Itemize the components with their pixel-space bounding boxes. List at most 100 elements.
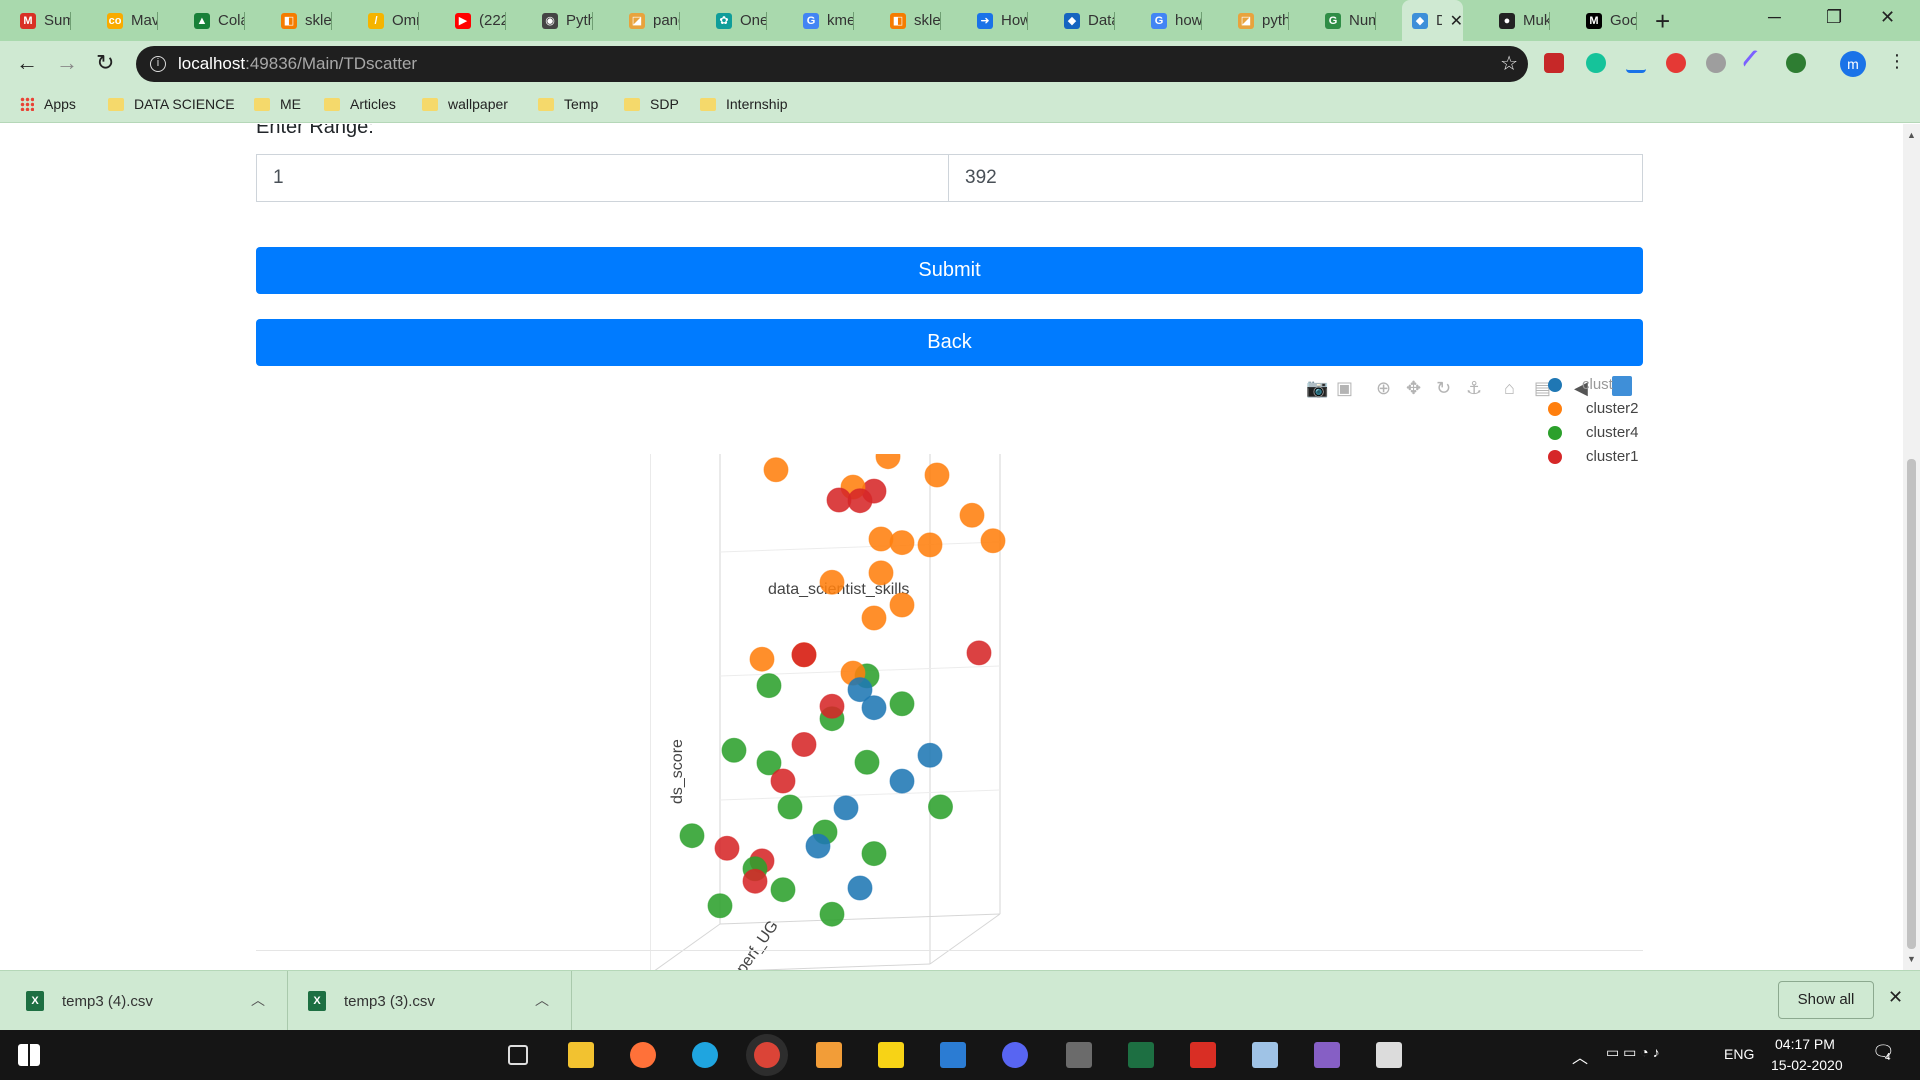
sticky-notes-icon[interactable] [878, 1042, 904, 1068]
range-to-input[interactable]: 392 [948, 154, 1643, 202]
browser-tab[interactable]: ◆ D ✕ [1402, 0, 1463, 41]
submit-button[interactable]: Submit [256, 247, 1643, 294]
back-button[interactable]: Back [256, 319, 1643, 366]
tab-close-icon[interactable]: ✕ [1450, 11, 1463, 31]
file-explorer-icon[interactable] [568, 1042, 594, 1068]
browser-tab[interactable]: M Goog [1576, 0, 1637, 41]
show-all-downloads-button[interactable]: Show all [1778, 981, 1874, 1019]
browser-tab[interactable]: ◧ sklear [880, 0, 941, 41]
chevron-up-icon[interactable]: ︿ [251, 990, 265, 1010]
browser-tab[interactable]: ◪ pytho [1228, 0, 1289, 41]
site-info-icon[interactable]: i [150, 56, 166, 72]
bookmark-wallpaper[interactable]: wallpaper [422, 96, 508, 112]
zoom-icon[interactable]: ⊕ [1376, 378, 1391, 399]
browser-tab[interactable]: ◪ pand [619, 0, 680, 41]
bookmark-data-science[interactable]: DATA SCIENCE [108, 96, 235, 112]
language-indicator[interactable]: ENG [1724, 1046, 1754, 1062]
legend-item-cluster2[interactable]: cluster2 [1548, 400, 1639, 417]
windows-start-icon[interactable] [18, 1044, 40, 1066]
chevron-up-icon[interactable]: ︿ [535, 990, 549, 1010]
acrobat-icon[interactable] [1190, 1042, 1216, 1068]
browser-tab[interactable]: M Sumr [10, 0, 71, 41]
excel-icon[interactable] [1128, 1042, 1154, 1068]
reset-camera-icon[interactable]: ⌂ [1504, 378, 1515, 399]
clock-date[interactable]: 15-02-2020 [1771, 1057, 1843, 1073]
bookmark-me[interactable]: ME [254, 96, 301, 112]
browser-tab[interactable]: Ghow [1141, 0, 1202, 41]
grammarly-icon[interactable] [1586, 53, 1606, 73]
maximize-icon[interactable]: ❐ [1826, 7, 1842, 28]
pen-icon[interactable] [1741, 48, 1771, 78]
browser-tab[interactable]: co Mavo [97, 0, 158, 41]
minimize-icon[interactable]: ─ [1768, 7, 1781, 28]
bookmark-sdp[interactable]: SDP [624, 96, 679, 112]
browser-menu-icon[interactable]: ⋮ [1888, 51, 1906, 72]
scatter-point [819, 901, 845, 927]
sublime-text-icon[interactable] [816, 1042, 842, 1068]
browser-tab[interactable]: ● Mukt [1489, 0, 1550, 41]
save-icon[interactable]: ▣ [1336, 378, 1353, 399]
discord-icon[interactable] [1002, 1042, 1028, 1068]
range-from-input[interactable]: 1 [256, 154, 949, 202]
task-view-icon[interactable] [508, 1045, 528, 1065]
scroll-up-icon[interactable]: ▲ [1907, 130, 1916, 140]
system-tray-icons[interactable]: ▭ ▭ ◔ ♪ [1606, 1044, 1660, 1061]
extension-bookmark-icon[interactable] [1544, 53, 1564, 73]
browser-tab[interactable]: ◉ Pytho [532, 0, 593, 41]
browser-tab[interactable]: G Num [1315, 0, 1376, 41]
evernote-icon[interactable] [1786, 53, 1806, 73]
download-item[interactable]: X temp3 (3).csv ︿ [288, 971, 572, 1031]
chevron-up-icon[interactable]: ︿ [1572, 1044, 1588, 1068]
chrome-icon[interactable] [754, 1042, 780, 1068]
globe-icon[interactable] [1706, 53, 1726, 73]
visual-studio-icon[interactable] [1314, 1042, 1340, 1068]
back-arrow-icon[interactable]: ← [16, 50, 38, 76]
bookmark-star-icon[interactable]: ☆ [1500, 51, 1518, 76]
plotly-logo-icon[interactable] [1612, 376, 1632, 396]
close-window-icon[interactable]: ✕ [1880, 7, 1895, 28]
scatter-3d-plot[interactable]: 0246800.20.40.60.8110data_scientist_skil… [650, 454, 1050, 970]
legend-item-cluster1[interactable]: cluster1 [1548, 448, 1639, 465]
legend-item-partial[interactable]: clust [1548, 376, 1613, 393]
camera-icon[interactable]: 📷 [1306, 378, 1328, 399]
new-tab-icon[interactable]: + [1655, 6, 1670, 37]
browser-tab[interactable]: ✿ One- [706, 0, 767, 41]
browser-tab[interactable]: ▶ (222) [445, 0, 506, 41]
page-scrollbar[interactable]: ▲ ▼ [1903, 124, 1920, 970]
orbit-icon[interactable]: ↻ [1436, 378, 1451, 399]
scroll-thumb[interactable] [1907, 459, 1916, 949]
scatter-point [875, 454, 901, 470]
bookmark-internship[interactable]: Internship [700, 96, 787, 112]
clock-time[interactable]: 04:17 PM [1775, 1036, 1835, 1052]
notification-icon[interactable]: 🗨 [1872, 1042, 1895, 1063]
browser-tab[interactable]: ◆ Data [1054, 0, 1115, 41]
url-host: localhost [178, 54, 246, 73]
pan-icon[interactable]: ✥ [1406, 378, 1421, 399]
download-item[interactable]: X temp3 (4).csv ︿ [0, 971, 288, 1031]
browser-tab[interactable]: ➜ How [967, 0, 1028, 41]
address-bar[interactable]: i localhost :49836/Main/TDscatter ☆ [136, 46, 1528, 82]
adblock-icon[interactable] [1666, 53, 1686, 73]
turntable-icon[interactable]: ⚓ [1466, 378, 1482, 399]
photos-icon[interactable] [1376, 1042, 1402, 1068]
calculator-icon[interactable] [1066, 1042, 1092, 1068]
analytics-icon[interactable] [1626, 53, 1646, 73]
scroll-down-icon[interactable]: ▼ [1907, 954, 1916, 964]
forward-arrow-icon[interactable]: → [56, 50, 78, 76]
browser-tab[interactable]: / Omni [358, 0, 419, 41]
browser-tab[interactable]: Gkmea [793, 0, 854, 41]
close-downloads-icon[interactable]: ✕ [1888, 987, 1903, 1008]
firefox-icon[interactable] [630, 1042, 656, 1068]
legend-item-cluster4[interactable]: cluster4 [1548, 424, 1639, 441]
bookmark-articles[interactable]: Articles [324, 96, 396, 112]
edge-icon[interactable] [692, 1042, 718, 1068]
profile-avatar[interactable]: m [1840, 51, 1866, 77]
bookmark-apps[interactable]: Apps [20, 96, 76, 112]
bookmark-temp[interactable]: Temp [538, 96, 598, 112]
browser-tab[interactable]: ▲ Colab [184, 0, 245, 41]
axis-box-edge [654, 923, 721, 970]
todo-icon[interactable] [940, 1042, 966, 1068]
app-icon[interactable] [1252, 1042, 1278, 1068]
browser-tab[interactable]: ◧ sklear [271, 0, 332, 41]
reload-icon[interactable]: ↻ [96, 50, 114, 76]
